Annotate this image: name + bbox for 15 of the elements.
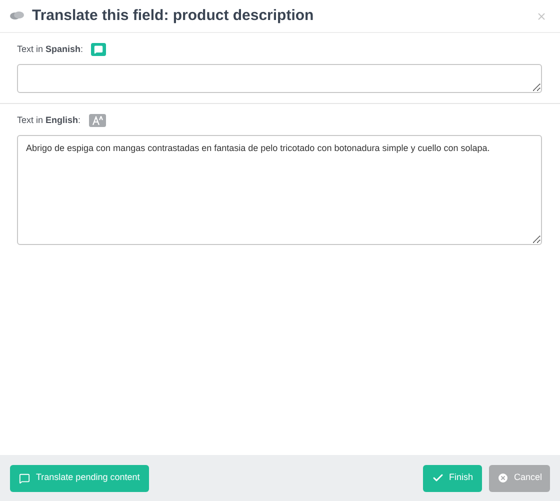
field-label: Text in English: [17,114,81,127]
translation-text-area[interactable] [17,64,542,93]
translate-pending-button[interactable]: Translate pending content [10,464,149,492]
close-icon[interactable] [536,10,547,22]
check-icon [432,472,444,484]
speech-bubbles-icon [10,11,24,21]
field-label: Text in Spanish: [17,42,84,56]
cancel-button[interactable]: Cancel [488,464,550,492]
speech-bubble-icon [19,472,30,484]
cancel-icon [496,472,509,484]
speech-bubble-icon[interactable] [91,43,106,56]
dialog-title: Translate this field: product description [32,6,314,26]
source-text-area[interactable]: Abrigo de espiga con mangas contrastadas en fantasia de pelo tricotado con botonadura simple y cuello con solapa. [17,135,542,245]
finish-button[interactable]: Finish [422,464,482,492]
font-size-icon[interactable] [88,114,106,127]
